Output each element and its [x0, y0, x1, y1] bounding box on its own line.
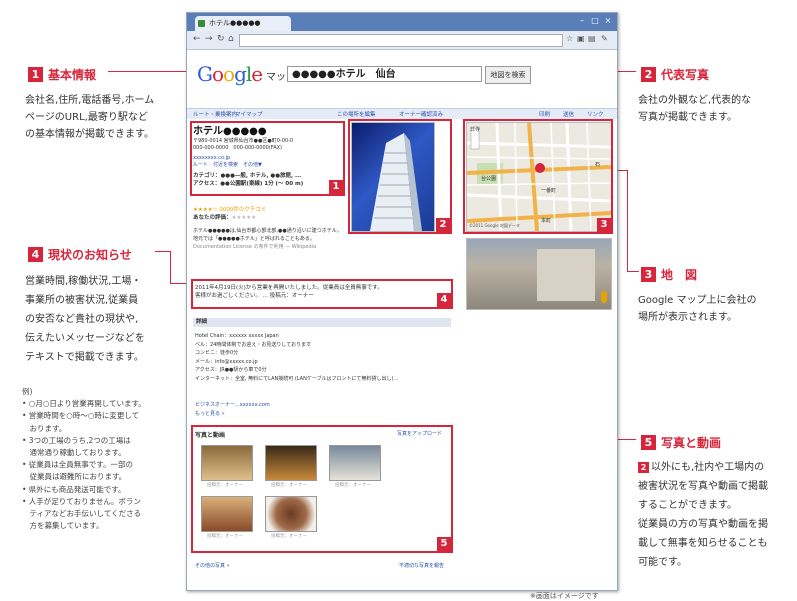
home-icon[interactable]: ⌂: [228, 34, 234, 44]
connector-line: [155, 251, 170, 252]
highlight-box-5: 5: [191, 425, 453, 553]
highlight-box-1: 1: [190, 121, 345, 196]
connector-line: [627, 170, 628, 271]
star-rating-icon[interactable]: ★★★★★: [232, 215, 257, 221]
your-rating-row: あなたの評価：★★★★★: [193, 215, 257, 221]
business-owner-link[interactable]: ビジネスオーナー...xxxxxx.com: [195, 401, 270, 408]
back-icon[interactable]: ←: [193, 34, 201, 44]
callout-3-body: Google マップ上に会社の 場所が表示されます。: [638, 295, 757, 323]
wrench-icon[interactable]: ✎: [601, 34, 608, 43]
more-photos-link[interactable]: その他の写真 »: [195, 562, 230, 569]
callout-4: 4 現状のお知らせ: [28, 244, 132, 263]
highlight-number: 5: [437, 537, 451, 551]
search-input[interactable]: ●●●●●ホテル 仙台: [287, 66, 482, 82]
highlight-box-4: 4: [191, 279, 453, 309]
link-bar: ルート・乗換案内 マイマップ この場所を編集 オーナー確認済み 印刷 送信 リン…: [187, 108, 617, 119]
browser-window: ホテル●●●●● – □ × ← → ↻ ⌂ ☆ ▣ ▤ ✎ Google マッ…: [186, 12, 618, 591]
callout-5-body: 2 以外にも,社内や工場内の 被害状況を写真や動画で掲載 することができます。 従…: [638, 461, 768, 568]
footnote: ※画面はイメージです: [530, 592, 599, 600]
print-link[interactable]: 印刷: [539, 110, 550, 118]
favicon-icon: [198, 20, 205, 27]
callout-number: 3: [641, 267, 656, 282]
link-link[interactable]: リンク: [587, 110, 604, 118]
browser-tab[interactable]: ホテル●●●●●: [195, 16, 291, 31]
my-maps-link[interactable]: マイマップ: [235, 110, 263, 118]
close-icon[interactable]: ×: [603, 16, 613, 25]
rating-block: ★★★★☆ 0000件のクチコミ あなたの評価：★★★★★: [193, 205, 343, 221]
address-bar[interactable]: [239, 34, 563, 47]
highlight-number: 4: [437, 293, 451, 307]
toolbar: ← → ↻ ⌂ ☆ ▣ ▤ ✎: [187, 31, 617, 50]
callout-number: 4: [28, 247, 43, 262]
pegman-icon[interactable]: [601, 291, 607, 303]
tab-title: ホテル●●●●●: [209, 19, 261, 27]
callout-title: 地 図: [661, 268, 698, 282]
page-content: Google マップ ●●●●●ホテル 仙台 地図を検索 ルート・乗換案内 マイ…: [187, 50, 617, 590]
maximize-icon[interactable]: □: [590, 16, 600, 25]
callout-title: 現状のお知らせ: [48, 248, 132, 262]
details-header: 詳細: [193, 318, 451, 327]
callout-2-body: 会社の外観など,代表的な 写真が掲載できます。: [638, 95, 752, 123]
report-photo-link[interactable]: 不適切な写真を報告: [399, 562, 444, 569]
more-link[interactable]: もっと見る »: [195, 410, 225, 417]
callout-3: 3 地 図: [641, 264, 697, 283]
rating-stars: ★★★★☆ 0000件のクチコミ: [193, 207, 267, 213]
send-link[interactable]: 送信: [563, 110, 574, 118]
callout-number: 1: [28, 67, 43, 82]
callout-number: 5: [641, 435, 656, 450]
callout-5: 5 写真と動画: [641, 432, 721, 451]
extension-icon[interactable]: ▣: [577, 34, 585, 43]
minimize-icon[interactable]: –: [577, 16, 587, 25]
building-facade-image: [537, 249, 595, 301]
callout-title: 基本情報: [48, 68, 97, 82]
page-icon[interactable]: ▤: [588, 34, 596, 43]
callout-title: 写真と動画: [661, 436, 722, 450]
street-view[interactable]: [466, 238, 612, 310]
title-bar: ホテル●●●●● – □ ×: [187, 13, 617, 31]
callout-4-examples: 例) • ○月○日より営業再開しています。 • 営業時間を○時〜○時に変更して …: [22, 387, 146, 531]
highlight-box-2: 2: [348, 119, 452, 234]
star-icon[interactable]: ☆: [566, 34, 573, 43]
callout-title: 代表写真: [661, 68, 710, 82]
directions-link[interactable]: ルート・乗換案内: [193, 110, 237, 118]
highlight-number: 2: [436, 218, 450, 232]
callout-2: 2 代表写真: [641, 64, 709, 83]
forward-icon[interactable]: →: [205, 34, 213, 44]
connector-line: [627, 271, 639, 272]
callout-1-body: 会社名,住所,電話番号,ホーム ページのURL,最寄り駅など の基本情報が掲載で…: [25, 95, 155, 140]
google-logo: Google: [197, 62, 263, 86]
highlight-number: 1: [329, 180, 343, 194]
callout-number: 2: [641, 67, 656, 82]
connector-line: [108, 71, 186, 72]
callout-4-body: 営業時間,稼働状況,工場・ 事業所の被害状況,従業員 の安否など貴社の現状や, …: [25, 276, 145, 363]
callout-1: 1 基本情報: [28, 64, 96, 83]
callout-ref-badge: 2: [638, 461, 649, 473]
highlight-number: 3: [597, 218, 611, 232]
reload-icon[interactable]: ↻: [217, 34, 225, 44]
details-list: Hotel Chain：xxxxxx xxxxx Japan ベル：24時間体制…: [195, 333, 399, 382]
search-button[interactable]: 地図を検索: [485, 66, 531, 84]
edit-place-link[interactable]: この場所を編集: [337, 110, 376, 118]
highlight-box-3: 3: [463, 119, 613, 234]
owner-verified-label: オーナー確認済み: [399, 112, 444, 118]
